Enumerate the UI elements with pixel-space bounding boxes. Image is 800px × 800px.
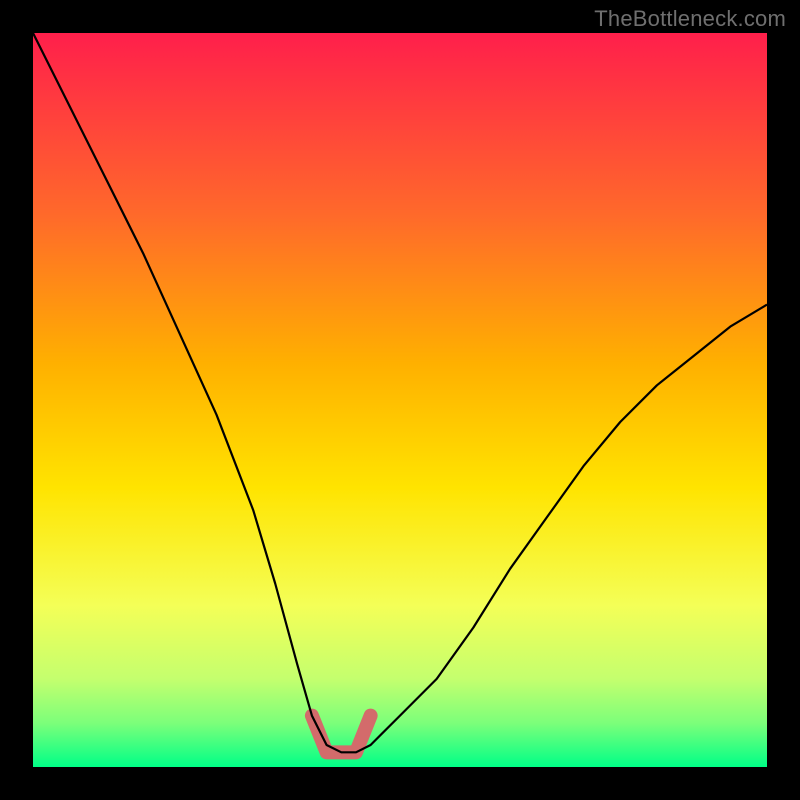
chart-canvas: [0, 0, 800, 800]
chart-frame: TheBottleneck.com: [0, 0, 800, 800]
plot-background: [33, 33, 767, 767]
watermark-text: TheBottleneck.com: [594, 6, 786, 32]
